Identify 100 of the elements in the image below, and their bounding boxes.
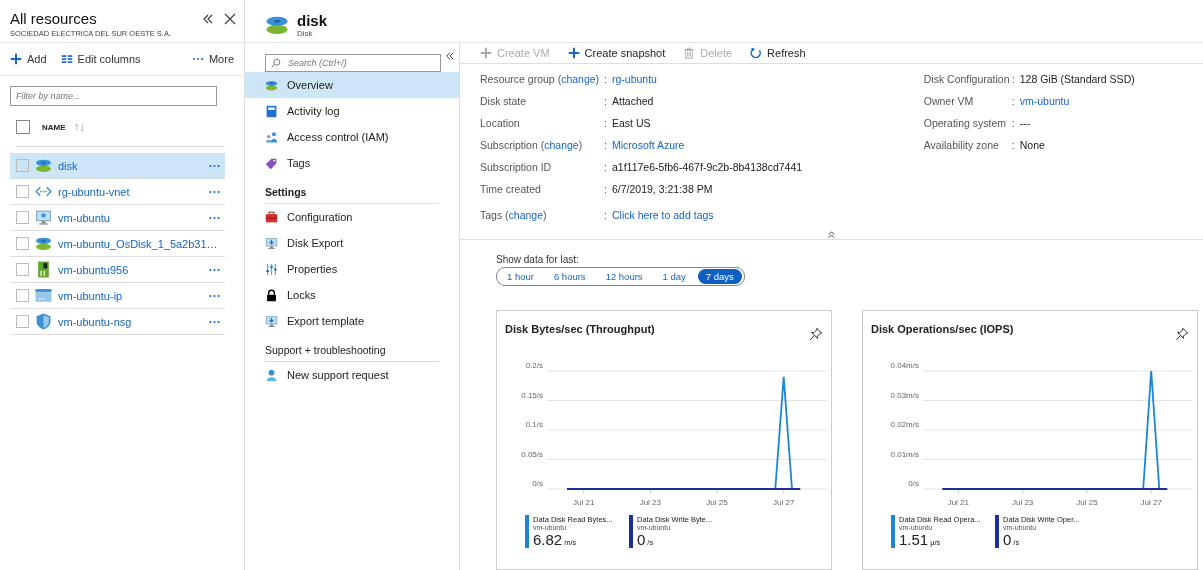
property-label: Resource group (change) <box>480 73 601 85</box>
time-range-option[interactable]: 1 day <box>654 269 694 284</box>
time-range-option[interactable]: 6 hours <box>545 269 594 284</box>
x-tick-label: Jul 27 <box>1140 498 1162 507</box>
separator: : <box>1011 117 1016 129</box>
resource-row[interactable]: rg-ubuntu-vnet <box>10 179 225 205</box>
property-value: a1f117e6-5fb6-467f-9c2b-8b4138cd7441 <box>612 161 803 173</box>
row-checkbox[interactable] <box>16 185 29 198</box>
property-value: None <box>1019 139 1045 151</box>
metric-value: 0 <box>637 531 646 548</box>
tag-icon <box>265 156 278 170</box>
property-link[interactable]: Click here to add tags <box>612 209 714 221</box>
collapse-up-icon[interactable] <box>827 230 836 239</box>
resource-row[interactable]: vm-ubuntu956 <box>10 257 225 283</box>
more-button[interactable]: More <box>191 53 234 65</box>
separator: : <box>604 161 608 173</box>
row-checkbox[interactable] <box>16 263 29 276</box>
property-value: East US <box>612 117 651 129</box>
menu-item[interactable]: Configuration <box>245 204 459 230</box>
menu-item[interactable]: Properties <box>245 256 459 282</box>
chart-title: Disk Operations/sec (IOPS) <box>871 323 1014 335</box>
toolbar-button[interactable]: Create snapshot <box>567 47 666 59</box>
toolbox-icon <box>265 210 278 224</box>
property-label: Operating system <box>923 117 1008 129</box>
resource-link[interactable]: vm-ubuntu956 <box>58 263 202 276</box>
menu-item[interactable]: New support request <box>245 362 459 388</box>
menu-item[interactable]: Disk Export <box>245 230 459 256</box>
select-all-checkbox[interactable] <box>16 120 30 134</box>
resource-row[interactable]: vm-ubuntu_OsDisk_1_5a2b31… <box>10 231 225 257</box>
row-checkbox[interactable] <box>16 289 29 302</box>
resource-link[interactable]: rg-ubuntu-vnet <box>58 185 202 198</box>
x-tick-label: Jul 23 <box>639 498 661 507</box>
menu-item[interactable]: Locks <box>245 282 459 308</box>
collapse-icon[interactable] <box>202 13 214 25</box>
people-icon <box>265 130 278 144</box>
resource-row[interactable]: vm-ubuntu-ip <box>10 283 225 309</box>
search-icon <box>271 58 281 68</box>
separator: : <box>604 73 608 85</box>
menu-item[interactable]: Export template <box>245 308 459 334</box>
pin-icon[interactable] <box>809 327 823 341</box>
property-link[interactable]: Microsoft Azure <box>612 139 685 151</box>
property-value: --- <box>1019 117 1031 129</box>
panel-title: All resources <box>10 10 98 27</box>
y-tick-label: 0.05/s <box>521 449 543 459</box>
search-field[interactable]: Search (Ctrl+/) <box>265 54 441 72</box>
change-link[interactable]: change <box>544 139 579 151</box>
time-range-option[interactable]: 12 hours <box>597 269 651 284</box>
close-icon[interactable] <box>224 13 236 25</box>
resource-link[interactable]: vm-ubuntu_OsDisk_1_5a2b31… <box>58 237 218 250</box>
metric-value: 0 <box>1003 531 1012 548</box>
resource-row[interactable]: disk <box>10 153 225 179</box>
y-tick-label: 0.2/s <box>525 361 543 370</box>
separator: : <box>604 183 608 195</box>
pin-icon[interactable] <box>1175 327 1189 341</box>
property-label: Disk state <box>480 95 528 107</box>
time-range-option[interactable]: 1 hour <box>499 269 542 284</box>
change-link[interactable]: change <box>561 73 596 85</box>
row-checkbox[interactable] <box>16 159 29 172</box>
property-link[interactable]: rg-ubuntu <box>612 73 657 85</box>
y-tick-label: 0.01m/s <box>890 449 919 459</box>
resource-link[interactable]: vm-ubuntu-nsg <box>58 315 202 328</box>
property-value: Attached <box>612 95 654 107</box>
y-tick-label: 0/s <box>908 479 919 488</box>
resource-link[interactable]: disk <box>58 159 202 172</box>
filter-field[interactable]: Filter by name... <box>10 86 217 106</box>
resource-link[interactable]: vm-ubuntu <box>58 211 202 224</box>
time-range-option[interactable]: 7 days <box>697 269 742 284</box>
property-label: Disk Configuration <box>923 73 1011 85</box>
add-button[interactable]: Add <box>10 53 47 65</box>
y-tick-label: 0/s <box>532 479 543 488</box>
row-checkbox[interactable] <box>16 237 29 250</box>
x-tick-label: Jul 25 <box>706 498 728 507</box>
collapse-icon[interactable] <box>445 51 455 61</box>
menu-item[interactable]: Overview <box>245 72 459 98</box>
resource-link[interactable]: vm-ubuntu-ip <box>58 289 202 302</box>
resource-row[interactable]: vm-ubuntu <box>10 205 225 231</box>
x-tick-label: Jul 21 <box>947 498 970 507</box>
toolbar-button[interactable]: Refresh <box>750 47 806 59</box>
monitor-icon <box>265 236 278 250</box>
separator: : <box>1011 139 1016 151</box>
property-label: Subscription ID <box>480 161 553 173</box>
menu-item[interactable]: Tags <box>245 150 459 176</box>
plus-icon <box>10 53 22 65</box>
row-checkbox[interactable] <box>16 211 29 224</box>
sliders-icon <box>265 262 278 276</box>
edit-columns-button[interactable]: Edit columns <box>60 53 141 65</box>
property-label: Location <box>480 117 521 129</box>
metric-value: 1.51 <box>899 531 929 548</box>
property-link[interactable]: vm-ubuntu <box>1019 95 1070 107</box>
property-label: Owner VM <box>923 95 975 107</box>
menu-item[interactable]: Access control (IAM) <box>245 124 459 150</box>
columns-icon <box>60 53 73 65</box>
resource-title: disk <box>297 12 327 29</box>
book-icon <box>265 104 278 118</box>
column-header[interactable]: NAME <box>42 122 66 132</box>
row-checkbox[interactable] <box>16 315 29 328</box>
resource-row[interactable]: vm-ubuntu-nsg <box>10 309 225 335</box>
x-tick-label: Jul 21 <box>573 498 595 507</box>
menu-item[interactable]: Activity log <box>245 98 459 124</box>
separator: : <box>1011 95 1016 107</box>
